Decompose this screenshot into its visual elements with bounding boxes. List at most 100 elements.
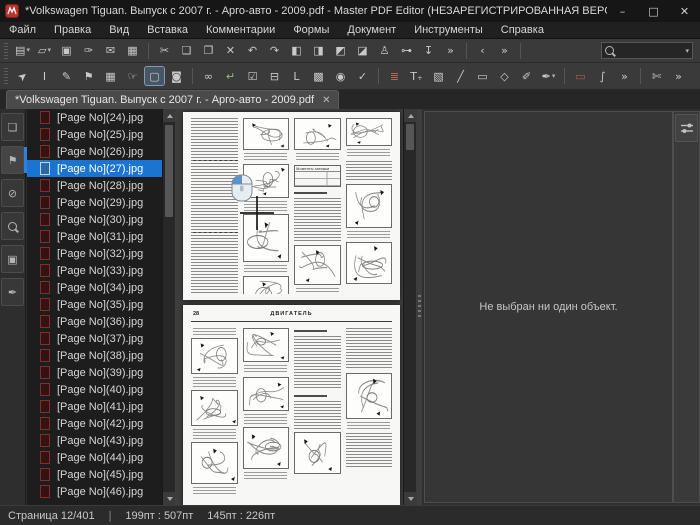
print-button[interactable]: ▦ (123, 42, 142, 60)
bookmark-item[interactable]: [Page No](24).jpg (27, 109, 162, 126)
bookmark-item[interactable]: [Page No](30).jpg (27, 211, 162, 228)
scroll-up-button[interactable] (404, 109, 417, 122)
undo-button[interactable]: ↶ (243, 42, 262, 60)
pencil-tool-button[interactable]: ✐ (517, 67, 536, 85)
properties-toggle-button[interactable] (675, 114, 698, 142)
rectangle-tool-button[interactable]: ▭ (473, 67, 492, 85)
pen-tool-dropdown-icon[interactable]: ▾ (552, 73, 556, 80)
menu-item-6[interactable]: Документ (338, 22, 405, 38)
highlight-tool-button[interactable]: ≣ (385, 67, 404, 85)
select-tool-button[interactable]: ➤ (13, 67, 32, 85)
push-button-tool-button[interactable]: ▩ (309, 67, 328, 85)
menu-item-4[interactable]: Комментарии (197, 22, 284, 38)
signatures-panel-button[interactable]: ✒ (1, 278, 24, 306)
listbox-tool-button[interactable]: L (287, 67, 306, 85)
copy-button[interactable]: ❏ (177, 42, 196, 60)
search-panel-button[interactable] (1, 212, 24, 240)
scrollbar-thumb[interactable] (165, 125, 173, 217)
pages-panel-button[interactable]: ❏ (1, 113, 24, 141)
bookmarks-scrollbar[interactable] (162, 109, 175, 505)
add-text-tool-button[interactable]: T₊ (407, 67, 426, 85)
edit-text-tool-button[interactable]: I (35, 67, 54, 85)
toolbar-overflow-button[interactable]: » (441, 42, 460, 60)
bookmark-item[interactable]: [Page No](40).jpg (27, 381, 162, 398)
tools-overflow-button[interactable]: » (615, 67, 634, 85)
menu-item-0[interactable]: Файл (0, 22, 45, 38)
bookmark-item[interactable]: [Page No](25).jpg (27, 126, 162, 143)
text-field-tool-button[interactable]: ↵ (221, 67, 240, 85)
edit-forms-tool-button[interactable]: ⚑ (79, 67, 98, 85)
signature-field-tool-button[interactable]: ✓ (353, 67, 372, 85)
align-bottom-button[interactable]: ◪ (353, 42, 372, 60)
checkbox-tool-button[interactable]: ☑ (243, 67, 262, 85)
bookmark-item[interactable]: [Page No](46).jpg (27, 483, 162, 500)
bookmark-item[interactable]: [Page No](39).jpg (27, 364, 162, 381)
menu-item-1[interactable]: Правка (45, 22, 100, 38)
save-button[interactable]: ▣ (57, 42, 76, 60)
paste-button[interactable]: ❐ (199, 42, 218, 60)
stamp-button[interactable]: ♙ (375, 42, 394, 60)
search-dropdown-icon[interactable]: ▾ (685, 47, 689, 55)
search-input[interactable] (617, 45, 682, 57)
pdf-page-spread-1[interactable]: Моменты затяжки (183, 112, 400, 300)
measure-button[interactable]: ⊶ (397, 42, 416, 60)
edit-document-tool-button[interactable]: ✎ (57, 67, 76, 85)
redo-button[interactable]: ↷ (265, 42, 284, 60)
save-as-button[interactable]: ✑ (79, 42, 98, 60)
attachments-panel-button[interactable]: ⊘ (1, 179, 24, 207)
attach-file-button[interactable]: ∫ (593, 67, 612, 85)
goto-page-button[interactable]: ↧ (419, 42, 438, 60)
delete-button[interactable]: ✕ (221, 42, 240, 60)
open-file-dropdown-icon[interactable]: ▾ (47, 47, 51, 54)
bookmark-item[interactable]: [Page No](31).jpg (27, 228, 162, 245)
bookmark-item[interactable]: [Page No](29).jpg (27, 194, 162, 211)
bookmark-item[interactable]: [Page No](44).jpg (27, 449, 162, 466)
link-tool-button[interactable]: ∞ (199, 67, 218, 85)
new-document-dropdown-icon[interactable]: ▾ (26, 47, 30, 54)
cut-button[interactable]: ✂ (155, 42, 174, 60)
document-canvas[interactable]: Моменты затяжки (175, 109, 422, 505)
form-fields-panel-button[interactable]: ▣ (1, 245, 24, 273)
form-designer-button[interactable]: ▦ (101, 67, 120, 85)
hand-tool-button[interactable]: ☞ (123, 67, 142, 85)
polygon-tool-button[interactable]: ◇ (495, 67, 514, 85)
nav-overflow-button[interactable]: » (495, 42, 514, 60)
bookmark-item[interactable]: [Page No](28).jpg (27, 177, 162, 194)
open-file-button[interactable]: ▱▾ (35, 42, 54, 60)
annotation-rectangle-button[interactable]: ▭ (571, 67, 590, 85)
add-image-tool-button[interactable]: ▧ (429, 67, 448, 85)
close-button[interactable]: ✕ (669, 0, 700, 22)
bookmark-item[interactable]: [Page No](35).jpg (27, 296, 162, 313)
combobox-tool-button[interactable]: ⊟ (265, 67, 284, 85)
document-scrollbar[interactable] (403, 109, 416, 505)
bookmark-item[interactable]: [Page No](41).jpg (27, 398, 162, 415)
bookmark-item[interactable]: [Page No](27).jpg (27, 160, 162, 177)
align-left-button[interactable]: ◧ (287, 42, 306, 60)
bookmark-item[interactable]: [Page No](36).jpg (27, 313, 162, 330)
document-tab[interactable]: *Volkswagen Tiguan. Выпуск с 2007 г. - А… (6, 90, 339, 109)
bookmarks-panel-button[interactable]: ⚑ (1, 146, 24, 174)
more-overflow-button[interactable]: » (669, 67, 688, 85)
pen-tool-button[interactable]: ✒▾ (539, 67, 558, 85)
bookmark-item[interactable]: [Page No](34).jpg (27, 279, 162, 296)
scrollbar-thumb[interactable] (406, 124, 414, 150)
menu-item-3[interactable]: Вставка (138, 22, 197, 38)
email-button[interactable]: ✉ (101, 42, 120, 60)
panel-splitter-handle[interactable] (418, 295, 421, 319)
pdf-page-spread-2[interactable]: 28 ДВИГАТЕЛЬ (183, 305, 400, 505)
previous-view-button[interactable]: ‹ (473, 42, 492, 60)
radio-button-tool-button[interactable]: ◉ (331, 67, 350, 85)
scroll-down-button[interactable] (404, 492, 417, 505)
bookmark-item[interactable]: [Page No](37).jpg (27, 330, 162, 347)
align-right-button[interactable]: ◨ (309, 42, 328, 60)
bookmark-item[interactable]: [Page No](43).jpg (27, 432, 162, 449)
bookmark-item[interactable]: [Page No](32).jpg (27, 245, 162, 262)
line-tool-button[interactable]: ╱ (451, 67, 470, 85)
menu-item-8[interactable]: Справка (492, 22, 553, 38)
minimize-button[interactable]: – (607, 0, 638, 22)
menu-item-5[interactable]: Формы (284, 22, 338, 38)
snapshot-tool-button[interactable]: ◙ (167, 67, 186, 85)
bookmark-item[interactable]: [Page No](42).jpg (27, 415, 162, 432)
menu-item-2[interactable]: Вид (100, 22, 138, 38)
new-document-button[interactable]: ▤▾ (13, 42, 32, 60)
